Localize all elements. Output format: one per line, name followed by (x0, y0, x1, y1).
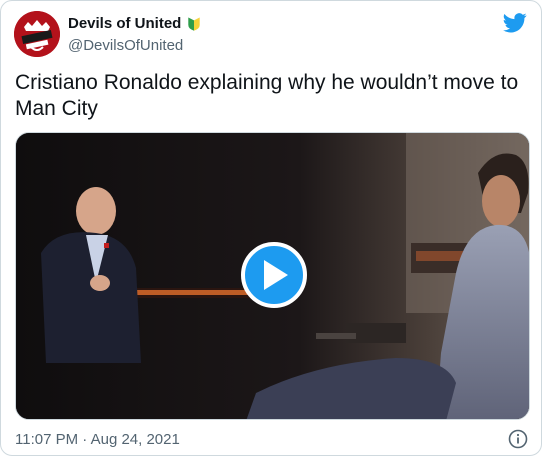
avatar[interactable] (14, 11, 60, 57)
tweet-text: Cristiano Ronaldo explaining why he woul… (15, 71, 519, 120)
beginner-shield-icon (188, 16, 201, 31)
author-display-name[interactable]: Devils of United (68, 15, 181, 32)
play-button[interactable] (241, 242, 307, 308)
play-icon (264, 260, 288, 290)
author-handle[interactable]: @DevilsOfUnited (68, 37, 183, 54)
devils-crest-icon (14, 11, 60, 57)
info-icon[interactable] (508, 429, 528, 449)
tweet-card[interactable]: Devils of United @DevilsOfUnited Cristia… (0, 0, 542, 456)
twitter-bird-icon[interactable] (503, 13, 527, 33)
video-player[interactable] (15, 132, 530, 420)
tweet-timestamp[interactable]: 11:07 PM · Aug 24, 2021 (15, 431, 180, 448)
author-name-row[interactable]: Devils of United (68, 15, 201, 32)
